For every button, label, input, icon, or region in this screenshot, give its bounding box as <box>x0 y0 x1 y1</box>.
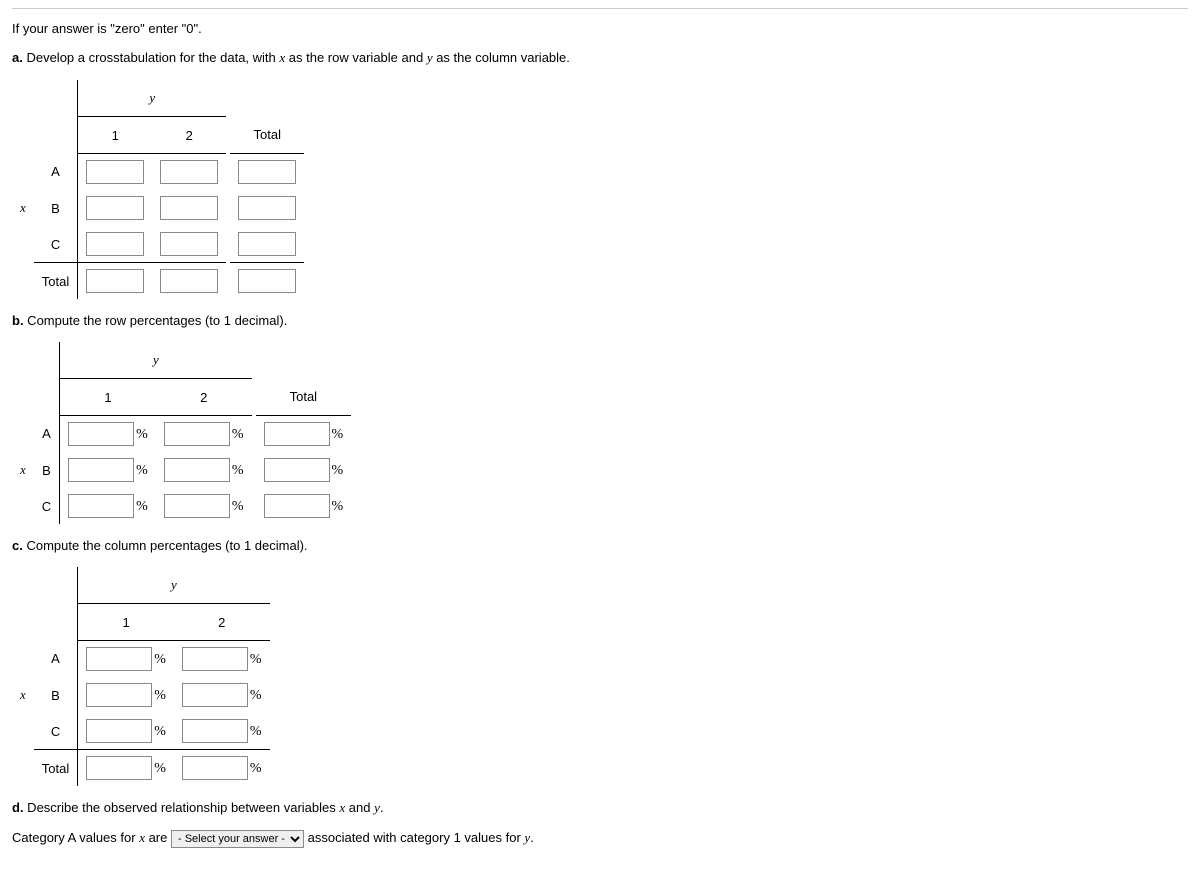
col1-header-b: 1 <box>60 379 156 416</box>
input-b-B1[interactable] <box>68 458 134 482</box>
input-c-A2[interactable] <box>182 647 248 671</box>
col1-header-c: 1 <box>78 604 174 641</box>
input-c-A1[interactable] <box>86 647 152 671</box>
crosstab-b: y 1 2 Total A % % % x B % % % C % % % <box>12 342 351 524</box>
input-b-Ctot[interactable] <box>264 494 330 518</box>
input-a-C2[interactable] <box>160 232 218 256</box>
input-c-C1[interactable] <box>86 719 152 743</box>
y-header-a: y <box>78 80 229 117</box>
input-a-T2[interactable] <box>160 269 218 293</box>
part-d-label: d. <box>12 800 24 815</box>
input-b-C2[interactable] <box>164 494 230 518</box>
x-header-a: x <box>12 190 34 226</box>
input-b-C1[interactable] <box>68 494 134 518</box>
input-a-Btot[interactable] <box>238 196 296 220</box>
y-header-c: y <box>78 567 270 604</box>
input-a-Ttot[interactable] <box>238 269 296 293</box>
part-a-prompt: a. Develop a crosstabulation for the dat… <box>12 50 1188 66</box>
input-a-Atot[interactable] <box>238 160 296 184</box>
input-b-Atot[interactable] <box>264 422 330 446</box>
col2-header-c: 2 <box>174 604 270 641</box>
crosstab-a: y 1 2 Total A x B C Total <box>12 80 304 299</box>
rowC-label-b: C <box>34 488 60 524</box>
total-col-header-b: Total <box>254 379 352 416</box>
input-c-T1[interactable] <box>86 756 152 780</box>
rowA-label-b: A <box>34 416 60 453</box>
conclusion-line: Category A values for x are - Select you… <box>12 830 1188 848</box>
x-header-c: x <box>12 677 34 713</box>
input-a-A2[interactable] <box>160 160 218 184</box>
rowB-label-a: B <box>34 190 78 226</box>
rowTotal-label-c: Total <box>34 750 78 787</box>
x-header-b: x <box>12 452 34 488</box>
part-d-prompt: d. Describe the observed relationship be… <box>12 800 1188 816</box>
rowA-label-c: A <box>34 641 78 678</box>
input-a-Ctot[interactable] <box>238 232 296 256</box>
rowA-label-a: A <box>34 154 78 191</box>
input-b-Btot[interactable] <box>264 458 330 482</box>
input-b-B2[interactable] <box>164 458 230 482</box>
rowC-label-c: C <box>34 713 78 750</box>
part-a-label: a. <box>12 50 23 65</box>
input-c-B1[interactable] <box>86 683 152 707</box>
part-c-prompt: c. Compute the column percentages (to 1 … <box>12 538 1188 553</box>
input-b-A2[interactable] <box>164 422 230 446</box>
input-c-T2[interactable] <box>182 756 248 780</box>
part-b-label: b. <box>12 313 24 328</box>
total-col-header-a: Total <box>228 117 304 154</box>
input-b-A1[interactable] <box>68 422 134 446</box>
input-a-A1[interactable] <box>86 160 144 184</box>
crosstab-c: y 1 2 A % % x B % % C % % Total % % <box>12 567 270 786</box>
rowB-label-c: B <box>34 677 78 713</box>
col2-header-a: 2 <box>152 117 228 154</box>
input-c-C2[interactable] <box>182 719 248 743</box>
rowTotal-label-a: Total <box>34 263 78 300</box>
rowC-label-a: C <box>34 226 78 263</box>
col1-header-a: 1 <box>78 117 153 154</box>
input-a-B1[interactable] <box>86 196 144 220</box>
input-c-B2[interactable] <box>182 683 248 707</box>
answer-select[interactable]: - Select your answer - <box>171 830 304 848</box>
input-a-T1[interactable] <box>86 269 144 293</box>
input-a-B2[interactable] <box>160 196 218 220</box>
rowB-label-b: B <box>34 452 60 488</box>
instruction-line: If your answer is "zero" enter "0". <box>12 21 1188 36</box>
part-c-label: c. <box>12 538 23 553</box>
part-b-prompt: b. Compute the row percentages (to 1 dec… <box>12 313 1188 328</box>
input-a-C1[interactable] <box>86 232 144 256</box>
y-header-b: y <box>60 342 254 379</box>
col2-header-b: 2 <box>156 379 254 416</box>
